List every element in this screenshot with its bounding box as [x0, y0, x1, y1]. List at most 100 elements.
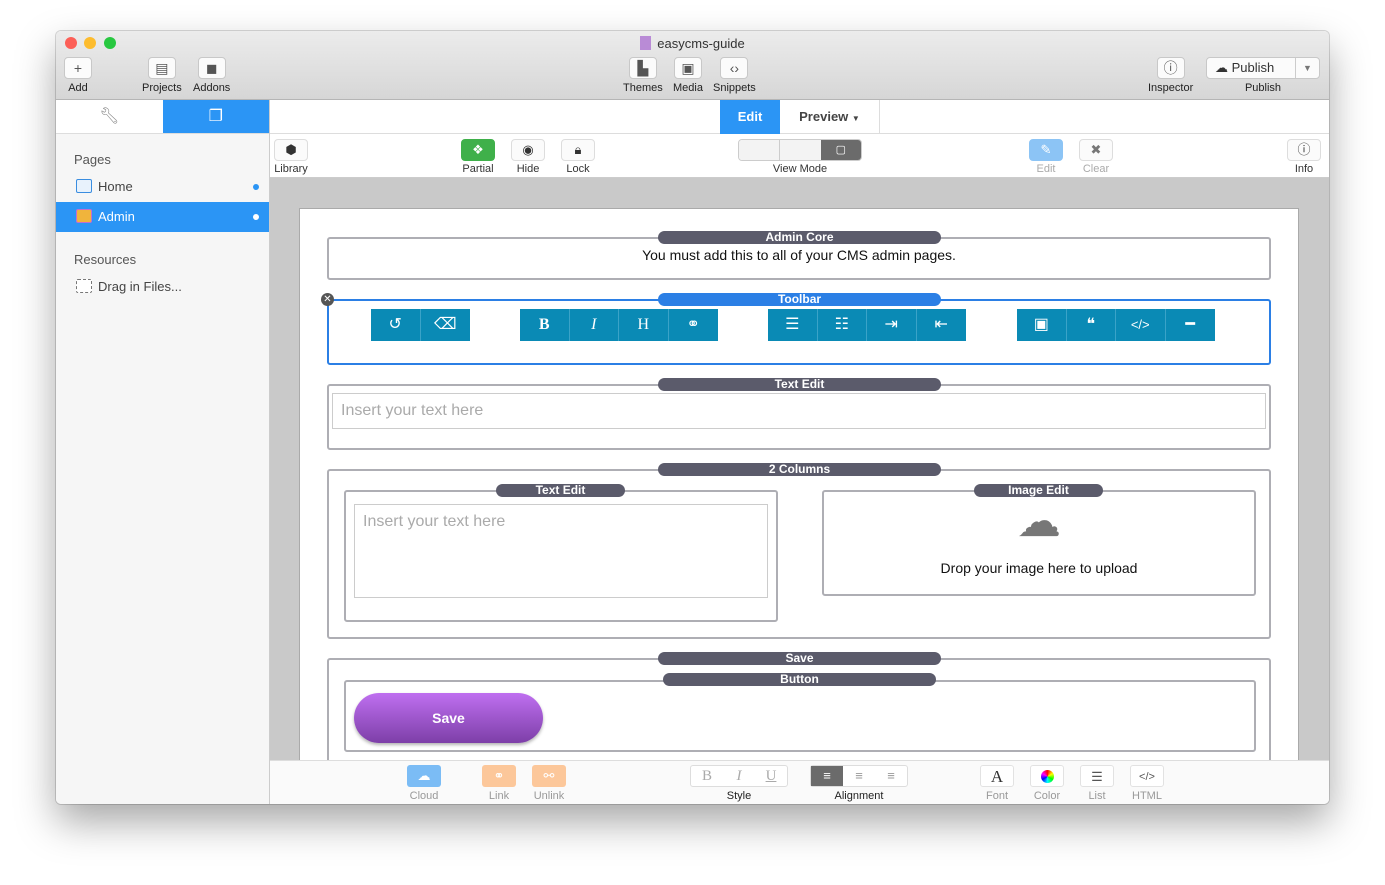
- plus-icon: +: [64, 57, 92, 79]
- publish-label: Publish: [1244, 82, 1282, 94]
- addons-button[interactable]: ◼ Addons: [193, 57, 230, 94]
- toolbar-label: Toolbar: [658, 293, 941, 306]
- alignment-label: Alignment: [834, 790, 884, 802]
- view-mode-medium[interactable]: [779, 140, 821, 160]
- text-edit-input[interactable]: Insert your text here: [332, 393, 1266, 429]
- format-group: B I H ⚭: [520, 309, 718, 341]
- font-button[interactable]: A Font: [980, 765, 1014, 802]
- outdent-icon[interactable]: ⇤: [917, 309, 967, 341]
- button-block: Save: [344, 680, 1256, 752]
- publish-button-text: Publish: [1231, 60, 1275, 75]
- page-label: Admin: [98, 209, 135, 224]
- clear-button[interactable]: ✖ Clear: [1079, 139, 1113, 175]
- link-button[interactable]: ⚭ Link: [482, 765, 516, 802]
- info-label: Info: [1294, 163, 1314, 175]
- color-button[interactable]: Color: [1030, 765, 1064, 802]
- quote-icon[interactable]: ❝: [1067, 309, 1116, 341]
- unlink-button[interactable]: ⚯ Unlink: [532, 765, 566, 802]
- add-button[interactable]: + Add: [64, 57, 92, 94]
- library-label: Library: [274, 163, 308, 175]
- pages-tab-icon[interactable]: ❐: [162, 100, 269, 133]
- eraser-icon[interactable]: ⌫: [421, 309, 471, 341]
- remove-block-icon[interactable]: ✕: [321, 293, 334, 306]
- view-mode-control: ▢ View Mode: [738, 139, 862, 175]
- hide-button[interactable]: ◉ Hide: [511, 139, 545, 175]
- html-label: HTML: [1132, 790, 1162, 802]
- italic-button[interactable]: I: [723, 766, 755, 786]
- clear-label: Clear: [1082, 163, 1110, 175]
- download-icon: [76, 279, 92, 293]
- link-icon[interactable]: ⚭: [669, 309, 719, 341]
- heading-button[interactable]: H: [619, 309, 669, 341]
- cloud-label: Cloud: [409, 790, 439, 802]
- projects-button[interactable]: ▤ Projects: [142, 57, 182, 94]
- undo-icon[interactable]: ↺: [371, 309, 421, 341]
- bold-button[interactable]: B: [691, 766, 723, 786]
- align-center-icon[interactable]: ≡: [843, 766, 875, 786]
- indent-icon[interactable]: ⇥: [867, 309, 917, 341]
- unlink-icon: ⚯: [532, 765, 566, 787]
- link-icon: ⚭: [482, 765, 516, 787]
- image-drop-text: Drop your image here to upload: [940, 560, 1138, 576]
- sidebar-item-admin[interactable]: Admin: [56, 202, 269, 232]
- add-label: Add: [68, 82, 88, 94]
- italic-button[interactable]: I: [570, 309, 619, 341]
- image-icon[interactable]: ▣: [1017, 309, 1067, 341]
- drag-in-files[interactable]: Drag in Files...: [56, 272, 269, 302]
- edit-label: Edit: [1036, 163, 1056, 175]
- resources-header: Resources: [74, 252, 137, 267]
- list-button[interactable]: ☰ List: [1080, 765, 1114, 802]
- media-button[interactable]: ▣ Media: [673, 57, 703, 94]
- window-title: easycms-guide: [56, 36, 1329, 51]
- code-icon[interactable]: </>: [1116, 309, 1166, 341]
- view-mode-large[interactable]: ▢: [820, 140, 861, 160]
- alignment-group: ≡ ≡ ≡ Alignment: [810, 765, 908, 802]
- bullet-list-icon[interactable]: ☰: [768, 309, 818, 341]
- publish-button[interactable]: ☁ Publish ▼: [1206, 57, 1320, 79]
- library-button[interactable]: ⬢ Library: [274, 139, 308, 175]
- view-mode-small[interactable]: [739, 140, 780, 160]
- pencil-icon: ✎: [1029, 139, 1063, 161]
- save-button[interactable]: Save: [354, 693, 543, 743]
- column-text-input[interactable]: Insert your text here: [354, 504, 768, 598]
- x-icon: ✖: [1079, 139, 1113, 161]
- tab-preview[interactable]: Preview ▼: [780, 100, 880, 134]
- sidebar-item-home[interactable]: Home: [56, 172, 269, 202]
- numbered-list-icon[interactable]: ☷: [818, 309, 867, 341]
- publish-dropdown-icon[interactable]: ▼: [1295, 58, 1319, 78]
- link-label: Link: [488, 790, 510, 802]
- underline-button[interactable]: U: [755, 766, 787, 786]
- align-right-icon[interactable]: ≡: [875, 766, 907, 786]
- brush-icon: ▙: [628, 57, 657, 79]
- lock-button[interactable]: 🔒︎ Lock: [561, 139, 595, 175]
- toolbar-block[interactable]: ↺ ⌫ B I H ⚭ ☰ ☷ ⇥ ⇤ ▣ ❝ </> ━: [327, 299, 1271, 365]
- view-mode-label: View Mode: [772, 163, 828, 175]
- image-edit-block[interactable]: ☁ Drop your image here to upload: [822, 490, 1256, 596]
- horizontal-rule-icon[interactable]: ━: [1166, 309, 1216, 341]
- bold-button[interactable]: B: [520, 309, 570, 341]
- align-left-icon[interactable]: ≡: [811, 766, 843, 786]
- settings-tab-wrench-icon[interactable]: 🔧︎: [56, 100, 163, 133]
- image-edit-label: Image Edit: [974, 484, 1103, 497]
- info-button[interactable]: ⓘ Info: [1287, 139, 1321, 175]
- color-label: Color: [1033, 790, 1061, 802]
- page-label: Home: [98, 179, 133, 194]
- partial-button[interactable]: ❖ Partial: [461, 139, 495, 175]
- drag-label: Drag in Files...: [98, 279, 182, 294]
- snippets-button[interactable]: ‹› Snippets: [713, 57, 756, 94]
- html-button[interactable]: </> HTML: [1130, 765, 1164, 802]
- text-edit-block: Insert your text here: [327, 384, 1271, 450]
- edit-button[interactable]: ✎ Edit: [1029, 139, 1063, 175]
- admin-icon: [76, 209, 92, 223]
- cloud-icon: ☁: [1215, 60, 1228, 75]
- cloud-button[interactable]: ☁ Cloud: [407, 765, 441, 802]
- tab-edit[interactable]: Edit: [720, 100, 780, 134]
- color-wheel-icon: [1030, 765, 1064, 787]
- document-icon: [640, 36, 652, 50]
- snippets-label: Snippets: [713, 82, 756, 94]
- media-label: Media: [673, 82, 703, 94]
- inspector-button[interactable]: ⓘ Inspector: [1148, 57, 1193, 94]
- font-icon: A: [980, 765, 1014, 787]
- title-bar: easycms-guide + Add ▤ Projects ◼ Addons ▙ Th…: [56, 31, 1329, 100]
- themes-button[interactable]: ▙ Themes: [623, 57, 663, 94]
